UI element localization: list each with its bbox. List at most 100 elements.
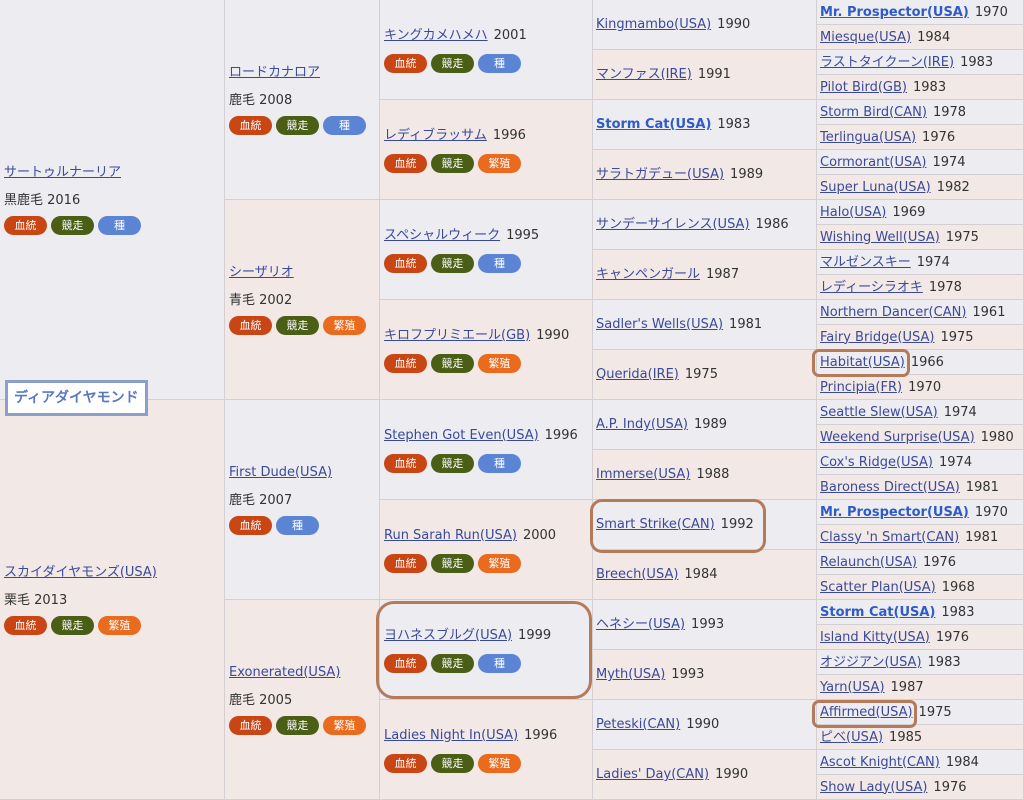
bloodline-badge[interactable]: 血統 (384, 453, 427, 473)
racing-badge[interactable]: 競走 (431, 553, 474, 573)
racing-badge[interactable]: 競走 (51, 616, 94, 635)
gen5-link[interactable]: レディーシラオキ (820, 279, 923, 296)
breeding-badge[interactable]: 繁殖 (323, 716, 366, 735)
gen5-link[interactable]: Mr. Prospector(USA) (820, 4, 969, 21)
breeding-badge[interactable]: 繁殖 (98, 616, 141, 635)
breeding-badge[interactable]: 繁殖 (478, 353, 521, 373)
gen5-link[interactable]: Cormorant(USA) (820, 154, 926, 171)
gen5-link[interactable]: Affirmed(USA) (820, 704, 913, 721)
bloodline-badge[interactable]: 血統 (384, 53, 427, 73)
racing-badge[interactable]: 競走 (431, 53, 474, 73)
stud-badge[interactable]: 種 (276, 516, 319, 535)
gen5-link[interactable]: Principia(FR) (820, 379, 902, 396)
gen5-link[interactable]: Pilot Bird(GB) (820, 79, 907, 96)
sire-link[interactable]: サートゥルナーリア (4, 164, 220, 181)
bloodline-badge[interactable]: 血統 (4, 216, 47, 235)
gen3-link[interactable]: Stephen Got Even(USA) (384, 427, 539, 444)
racing-badge[interactable]: 競走 (431, 353, 474, 373)
stud-badge[interactable]: 種 (323, 116, 366, 135)
stud-badge[interactable]: 種 (478, 253, 521, 273)
gen5-link[interactable]: Storm Bird(CAN) (820, 104, 927, 121)
breeding-badge[interactable]: 繁殖 (478, 153, 521, 173)
gen5-link[interactable]: Show Lady(USA) (820, 779, 927, 796)
gen5-link[interactable]: Classy 'n Smart(CAN) (820, 529, 959, 546)
gen5-link[interactable]: Cox's Ridge(USA) (820, 454, 933, 471)
stud-badge[interactable]: 種 (478, 453, 521, 473)
gen4-link[interactable]: A.P. Indy(USA) (596, 416, 688, 433)
gen3-link[interactable]: Ladies Night In(USA) (384, 727, 518, 744)
gen5-link[interactable]: Ascot Knight(CAN) (820, 754, 940, 771)
gen4-link[interactable]: サンデーサイレンス(USA) (596, 216, 750, 233)
gen5-link[interactable]: Halo(USA) (820, 204, 886, 221)
gen3-link[interactable]: ヨハネスブルグ(USA) (384, 627, 512, 644)
gen4-link[interactable]: Storm Cat(USA) (596, 116, 711, 133)
gen2-link[interactable]: First Dude(USA) (229, 464, 375, 481)
stud-badge[interactable]: 種 (478, 53, 521, 73)
breeding-badge[interactable]: 繁殖 (323, 316, 366, 335)
gen5-link[interactable]: Scatter Plan(USA) (820, 579, 936, 596)
gen5-link[interactable]: Seattle Slew(USA) (820, 404, 938, 421)
bloodline-badge[interactable]: 血統 (4, 616, 47, 635)
bloodline-badge[interactable]: 血統 (384, 653, 427, 673)
gen5-link[interactable]: Baroness Direct(USA) (820, 479, 960, 496)
gen3-link[interactable]: レディブラッサム (384, 127, 487, 144)
gen5-link[interactable]: Relaunch(USA) (820, 554, 917, 571)
gen4-link[interactable]: Immerse(USA) (596, 466, 690, 483)
gen5-link[interactable]: Wishing Well(USA) (820, 229, 940, 246)
racing-badge[interactable]: 競走 (431, 153, 474, 173)
bloodline-badge[interactable]: 血統 (384, 553, 427, 573)
gen5-link[interactable]: Mr. Prospector(USA) (820, 504, 969, 521)
gen4-link[interactable]: Smart Strike(CAN) (596, 516, 715, 533)
gen4-link[interactable]: マンファス(IRE) (596, 66, 692, 83)
gen4-link[interactable]: Breech(USA) (596, 566, 678, 583)
gen5-link[interactable]: Fairy Bridge(USA) (820, 329, 934, 346)
breeding-badge[interactable]: 繁殖 (478, 753, 521, 773)
gen4-link[interactable]: ヘネシー(USA) (596, 616, 685, 633)
gen4-link[interactable]: Kingmambo(USA) (596, 16, 711, 33)
breeding-badge[interactable]: 繁殖 (478, 553, 521, 573)
gen3-link[interactable]: キングカメハメハ (384, 27, 488, 44)
racing-badge[interactable]: 競走 (431, 253, 474, 273)
gen3-link[interactable]: Run Sarah Run(USA) (384, 527, 517, 544)
gen5-link[interactable]: オジジアン(USA) (820, 654, 922, 671)
gen5-link[interactable]: Habitat(USA) (820, 354, 905, 371)
gen3-link[interactable]: キロフプリミエール(GB) (384, 327, 530, 344)
racing-badge[interactable]: 競走 (276, 116, 319, 135)
bloodline-badge[interactable]: 血統 (384, 253, 427, 273)
gen2-link[interactable]: ロードカナロア (229, 64, 375, 81)
gen5-link[interactable]: ピベ(USA) (820, 729, 883, 746)
bloodline-badge[interactable]: 血統 (229, 316, 272, 335)
racing-badge[interactable]: 競走 (51, 216, 94, 235)
gen5-link[interactable]: Yarn(USA) (820, 679, 885, 696)
racing-badge[interactable]: 競走 (431, 753, 474, 773)
gen5-link[interactable]: Storm Cat(USA) (820, 604, 935, 621)
bloodline-badge[interactable]: 血統 (229, 516, 272, 535)
gen2-link[interactable]: Exonerated(USA) (229, 664, 375, 681)
bloodline-badge[interactable]: 血統 (229, 116, 272, 135)
gen5-link[interactable]: Northern Dancer(CAN) (820, 304, 966, 321)
gen5-link[interactable]: Super Luna(USA) (820, 179, 931, 196)
gen5-link[interactable]: Miesque(USA) (820, 29, 911, 46)
gen5-link[interactable]: Island Kitty(USA) (820, 629, 930, 646)
racing-badge[interactable]: 競走 (276, 716, 319, 735)
gen5-link[interactable]: マルゼンスキー (820, 254, 911, 271)
racing-badge[interactable]: 競走 (276, 316, 319, 335)
gen4-link[interactable]: Querida(IRE) (596, 366, 679, 383)
gen5-link[interactable]: Weekend Surprise(USA) (820, 429, 975, 446)
gen5-link[interactable]: Terlingua(USA) (820, 129, 916, 146)
gen4-link[interactable]: Myth(USA) (596, 666, 665, 683)
gen4-link[interactable]: キャンペンガール (596, 266, 700, 283)
gen4-link[interactable]: Ladies' Day(CAN) (596, 766, 709, 783)
stud-badge[interactable]: 種 (98, 216, 141, 235)
bloodline-badge[interactable]: 血統 (384, 153, 427, 173)
gen4-link[interactable]: サラトガデュー(USA) (596, 166, 724, 183)
stud-badge[interactable]: 種 (478, 653, 521, 673)
racing-badge[interactable]: 競走 (431, 453, 474, 473)
racing-badge[interactable]: 競走 (431, 653, 474, 673)
bloodline-badge[interactable]: 血統 (384, 753, 427, 773)
gen2-link[interactable]: シーザリオ (229, 264, 375, 281)
gen5-link[interactable]: ラストタイクーン(IRE) (820, 54, 954, 71)
gen4-link[interactable]: Peteski(CAN) (596, 716, 680, 733)
bloodline-badge[interactable]: 血統 (384, 353, 427, 373)
gen4-link[interactable]: Sadler's Wells(USA) (596, 316, 723, 333)
